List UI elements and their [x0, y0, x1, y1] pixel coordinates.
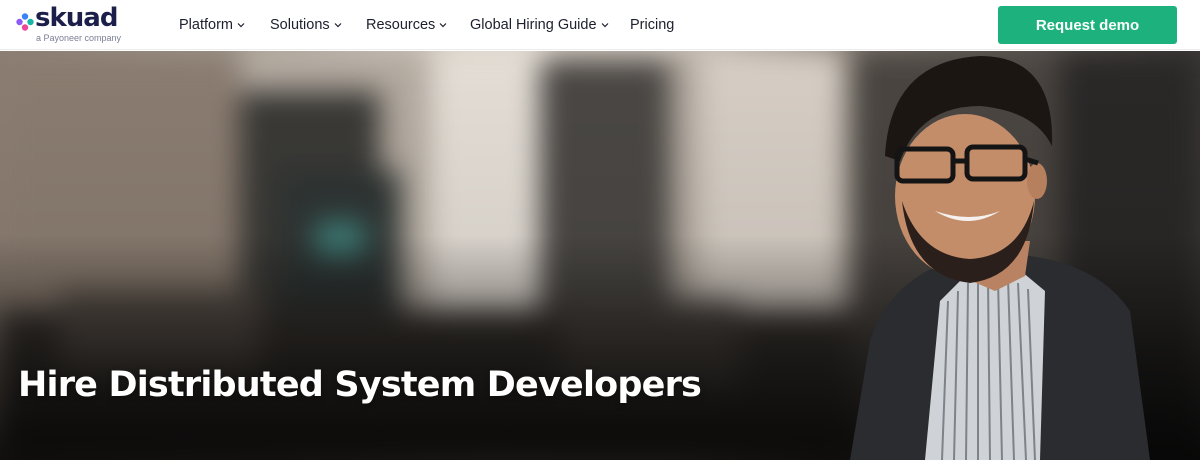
chevron-down-icon [237, 21, 245, 29]
nav-item-pricing[interactable]: Pricing [630, 15, 674, 35]
nav-item-label: Resources [366, 17, 436, 33]
nav-item-label: Solutions [270, 17, 330, 33]
developer-portrait [850, 56, 1150, 460]
nav-item-label: Platform [179, 17, 233, 33]
nav-item-global-hiring-guide[interactable]: Global Hiring Guide [470, 15, 609, 35]
request-demo-button[interactable]: Request demo [998, 6, 1177, 44]
main-nav: Platform Solutions Resources Global Hiri… [0, 0, 900, 50]
chevron-down-icon [334, 21, 342, 29]
chevron-down-icon [601, 21, 609, 29]
nav-item-label: Global Hiring Guide [470, 17, 597, 33]
nav-item-platform[interactable]: Platform [179, 15, 245, 35]
nav-item-resources[interactable]: Resources [366, 15, 447, 35]
hero-banner: Hire Distributed System Developers [0, 51, 1200, 460]
nav-item-solutions[interactable]: Solutions [270, 15, 342, 35]
chevron-down-icon [439, 21, 447, 29]
hero-title: Hire Distributed System Developers [18, 365, 702, 405]
nav-item-label: Pricing [630, 17, 675, 33]
site-header: skuad a Payoneer company Platform Soluti… [0, 0, 1200, 50]
